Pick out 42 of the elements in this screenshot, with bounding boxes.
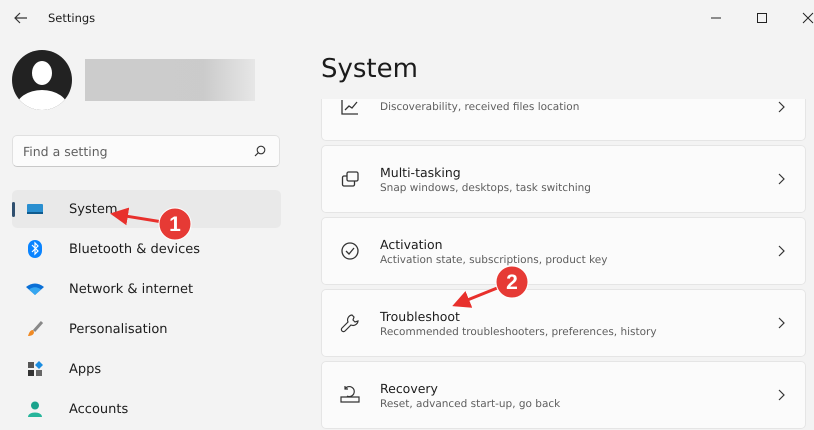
settings-card[interactable]: Troubleshoot Recommended troubleshooters, preferences, history xyxy=(321,289,806,357)
card-subtitle: Discoverability, received files location xyxy=(380,101,580,113)
chart-icon xyxy=(340,99,360,117)
chevron-icon xyxy=(778,317,785,329)
wifi-icon xyxy=(25,283,45,295)
card-title: Multi-tasking xyxy=(380,164,462,180)
sidebar-item[interactable]: Apps xyxy=(12,350,281,388)
window-title: Settings xyxy=(48,11,96,25)
windows-icon xyxy=(340,169,360,189)
sidebar-item[interactable]: Network & internet xyxy=(12,270,281,308)
chevron-icon xyxy=(778,389,785,401)
person-icon xyxy=(25,401,45,417)
card-subtitle: Activation state, subscriptions, product key xyxy=(380,254,608,266)
card-subtitle: Reset, advanced start-up, go back xyxy=(380,398,562,410)
settings-card[interactable]: Multi-tasking Snap windows, desktops, task switching xyxy=(321,145,806,213)
card-title: Troubleshoot xyxy=(380,308,461,324)
check-circle-icon xyxy=(340,241,360,261)
step-badge: 2 xyxy=(496,266,528,298)
settings-card[interactable]: Recovery Reset, advanced start-up, go back xyxy=(321,361,806,429)
wrench-icon xyxy=(340,313,360,333)
card-title: Recovery xyxy=(380,380,439,396)
chevron-icon xyxy=(778,173,785,185)
monitor-icon xyxy=(25,202,45,216)
card-title: Activation xyxy=(380,236,444,252)
card-subtitle: Recommended troubleshooters, preferences, history xyxy=(380,326,658,338)
search-field[interactable]: Find a setting xyxy=(12,135,280,167)
search-icon xyxy=(254,145,266,157)
card-subtitle: Snap windows, desktops, task switching xyxy=(380,182,592,194)
bluetooth-icon xyxy=(25,240,45,258)
chevron-icon xyxy=(778,101,785,113)
chevron-icon xyxy=(778,245,785,257)
step-badge: 1 xyxy=(158,208,192,240)
close-icon[interactable] xyxy=(802,12,814,24)
maximize-icon[interactable] xyxy=(756,12,768,24)
brush-icon xyxy=(25,321,45,337)
sidebar-item[interactable]: Personalisation xyxy=(12,310,281,348)
recovery-icon xyxy=(340,385,360,405)
settings-card[interactable]: Discoverability, received files location xyxy=(321,99,806,141)
apps-icon xyxy=(25,361,45,377)
back-icon[interactable] xyxy=(14,12,28,24)
page-title: System xyxy=(321,54,419,84)
sidebar-item[interactable]: Accounts xyxy=(12,390,281,428)
